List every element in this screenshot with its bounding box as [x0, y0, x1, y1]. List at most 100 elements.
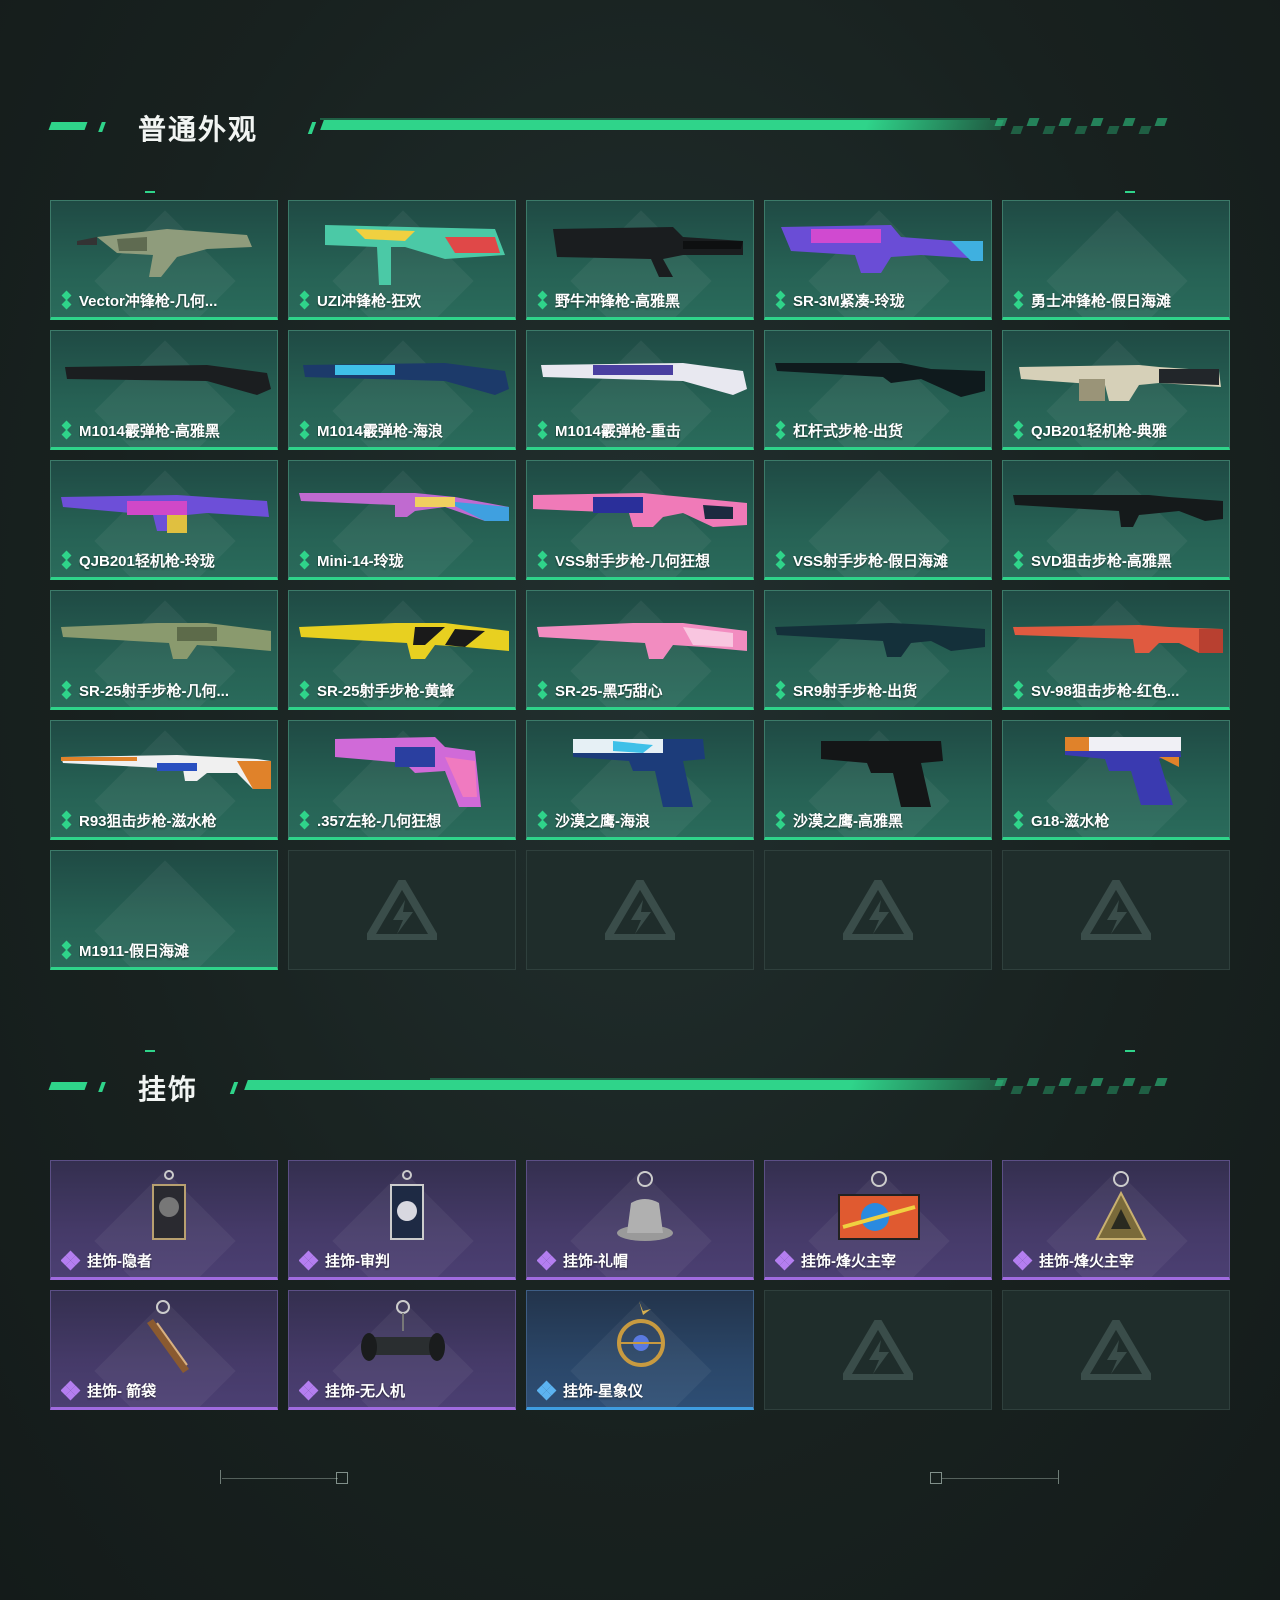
card-label: Vector冲锋枪-几何...: [61, 289, 269, 311]
skin-card[interactable]: G18-滋水枪: [1002, 720, 1230, 840]
item-name: 挂饰-烽火主宰: [801, 1252, 896, 1270]
rifle-r93-icon: [61, 755, 271, 789]
skin-card[interactable]: SV-98狙击步枪-红色...: [1002, 590, 1230, 710]
skin-card[interactable]: 沙漠之鹰-高雅黑: [764, 720, 992, 840]
rarity-icon: [299, 290, 311, 310]
skin-card[interactable]: SVD狙击步枪-高雅黑: [1002, 460, 1230, 580]
shotgun-m1014-icon: [65, 365, 271, 395]
item-name: M1014霰弹枪-重击: [555, 422, 681, 440]
rarity-icon: [61, 290, 73, 310]
skin-card[interactable]: M1014霰弹枪-重击: [526, 330, 754, 450]
card-label: .357左轮-几何狂想: [299, 809, 507, 831]
lmg-qjb201-icon: [61, 495, 269, 533]
rarity-icon: [61, 1250, 81, 1271]
footer-decoration: [1058, 1470, 1059, 1484]
skin-card[interactable]: Mini-14-玲珑: [288, 460, 516, 580]
rarity-icon: [537, 1250, 557, 1271]
card-label: 挂饰-审判: [299, 1249, 507, 1271]
item-name: 杠杆式步枪-出货: [793, 422, 903, 440]
card-label: M1014霰弹枪-海浪: [299, 419, 507, 441]
skin-card[interactable]: Vector冲锋枪-几何...: [50, 200, 278, 320]
charm-card[interactable]: 挂饰-星象仪: [526, 1290, 754, 1410]
skin-card[interactable]: M1911-假日海滩: [50, 850, 278, 970]
item-name: G18-滋水枪: [1031, 812, 1110, 830]
charm-card[interactable]: 挂饰-隐者: [50, 1160, 278, 1280]
card-label: VSS射手步枪-几何狂想: [537, 549, 745, 571]
header-checker-pattern: [994, 1078, 1168, 1094]
card-label: SR-3M紧凑-玲珑: [775, 289, 983, 311]
item-name: SR-25-黑巧甜心: [555, 682, 663, 700]
charm-card[interactable]: 挂饰-无人机: [288, 1290, 516, 1410]
pistol-g18-icon: [1065, 737, 1181, 805]
charm-card[interactable]: 挂饰-烽火主宰: [764, 1160, 992, 1280]
rarity-icon: [61, 1380, 81, 1401]
rarity-icon: [299, 1380, 319, 1401]
item-name: 勇士冲锋枪-假日海滩: [1031, 292, 1171, 310]
card-label: SR9射手步枪-出货: [775, 679, 983, 701]
rifle-mini14-icon: [299, 493, 509, 521]
item-name: 挂饰-无人机: [325, 1382, 405, 1400]
rarity-icon: [1013, 810, 1025, 830]
card-label: 勇士冲锋枪-假日海滩: [1013, 289, 1221, 311]
footer-decoration: [336, 1472, 348, 1484]
charms-grid: 挂饰-隐者 挂饰-审判 挂饰-礼帽 挂饰-烽火主宰 挂饰-烽火主宰 挂饰- 箭袋…: [50, 1160, 1230, 1410]
charm-hermit-icon: [152, 1170, 186, 1240]
skin-card[interactable]: QJB201轻机枪-典雅: [1002, 330, 1230, 450]
skin-card[interactable]: M1014霰弹枪-高雅黑: [50, 330, 278, 450]
empty-slot: [288, 850, 516, 970]
rarity-icon: [537, 550, 549, 570]
item-name: QJB201轻机枪-玲珑: [79, 552, 215, 570]
card-label: G18-滋水枪: [1013, 809, 1221, 831]
rarity-icon: [775, 420, 787, 440]
rifle-vss-icon: [533, 493, 747, 527]
charm-card[interactable]: 挂饰-烽火主宰: [1002, 1160, 1230, 1280]
card-label: 挂饰- 箭袋: [61, 1379, 269, 1401]
item-name: VSS射手步枪-几何狂想: [555, 552, 711, 570]
item-name: 挂饰-礼帽: [563, 1252, 628, 1270]
item-name: M1014霰弹枪-高雅黑: [79, 422, 220, 440]
skin-card[interactable]: VSS射手步枪-假日海滩: [764, 460, 992, 580]
card-label: QJB201轻机枪-典雅: [1013, 419, 1221, 441]
item-name: 挂饰-星象仪: [563, 1382, 643, 1400]
rarity-icon: [299, 1250, 319, 1271]
item-name: 挂饰- 箭袋: [87, 1382, 157, 1400]
empty-slot: [764, 850, 992, 970]
skin-card[interactable]: 勇士冲锋枪-假日海滩: [1002, 200, 1230, 320]
skin-card[interactable]: 杠杆式步枪-出货: [764, 330, 992, 450]
item-name: SR-25射手步枪-黄蜂: [317, 682, 455, 700]
skin-card[interactable]: M1014霰弹枪-海浪: [288, 330, 516, 450]
card-label: Mini-14-玲珑: [299, 549, 507, 571]
shotgun-m1014-icon: [303, 363, 509, 395]
skin-card[interactable]: VSS射手步枪-几何狂想: [526, 460, 754, 580]
skin-card[interactable]: SR-3M紧凑-玲珑: [764, 200, 992, 320]
charm-card[interactable]: 挂饰-礼帽: [526, 1160, 754, 1280]
empty-slot: [1002, 850, 1230, 970]
card-label: SR-25-黑巧甜心: [537, 679, 745, 701]
skin-card[interactable]: QJB201轻机枪-玲珑: [50, 460, 278, 580]
item-name: 沙漠之鹰-海浪: [555, 812, 650, 830]
header-accent-bar: [48, 122, 88, 130]
skin-card[interactable]: SR-25射手步枪-几何...: [50, 590, 278, 710]
skin-card[interactable]: UZI冲锋枪-狂欢: [288, 200, 516, 320]
skin-card[interactable]: SR-25射手步枪-黄蜂: [288, 590, 516, 710]
card-label: SVD狙击步枪-高雅黑: [1013, 549, 1221, 571]
charm-triangle-icon: [1095, 1171, 1147, 1240]
skin-card[interactable]: SR9射手步枪-出货: [764, 590, 992, 710]
header-line: [320, 120, 1004, 130]
skin-card[interactable]: SR-25-黑巧甜心: [526, 590, 754, 710]
rarity-icon: [537, 290, 549, 310]
charm-card[interactable]: 挂饰-审判: [288, 1160, 516, 1280]
skin-card[interactable]: R93狙击步枪-滋水枪: [50, 720, 278, 840]
item-name: .357左轮-几何狂想: [317, 812, 442, 830]
card-label: R93狙击步枪-滋水枪: [61, 809, 269, 831]
skin-card[interactable]: 野牛冲锋枪-高雅黑: [526, 200, 754, 320]
skin-card[interactable]: 沙漠之鹰-海浪: [526, 720, 754, 840]
game-logo-icon: [605, 880, 675, 940]
item-name: UZI冲锋枪-狂欢: [317, 292, 422, 310]
card-label: 挂饰-烽火主宰: [1013, 1249, 1221, 1271]
skin-card[interactable]: .357左轮-几何狂想: [288, 720, 516, 840]
charm-card[interactable]: 挂饰- 箭袋: [50, 1290, 278, 1410]
empty-slot: [764, 1290, 992, 1410]
rarity-icon: [299, 680, 311, 700]
header-accent-slash: [229, 1082, 239, 1094]
